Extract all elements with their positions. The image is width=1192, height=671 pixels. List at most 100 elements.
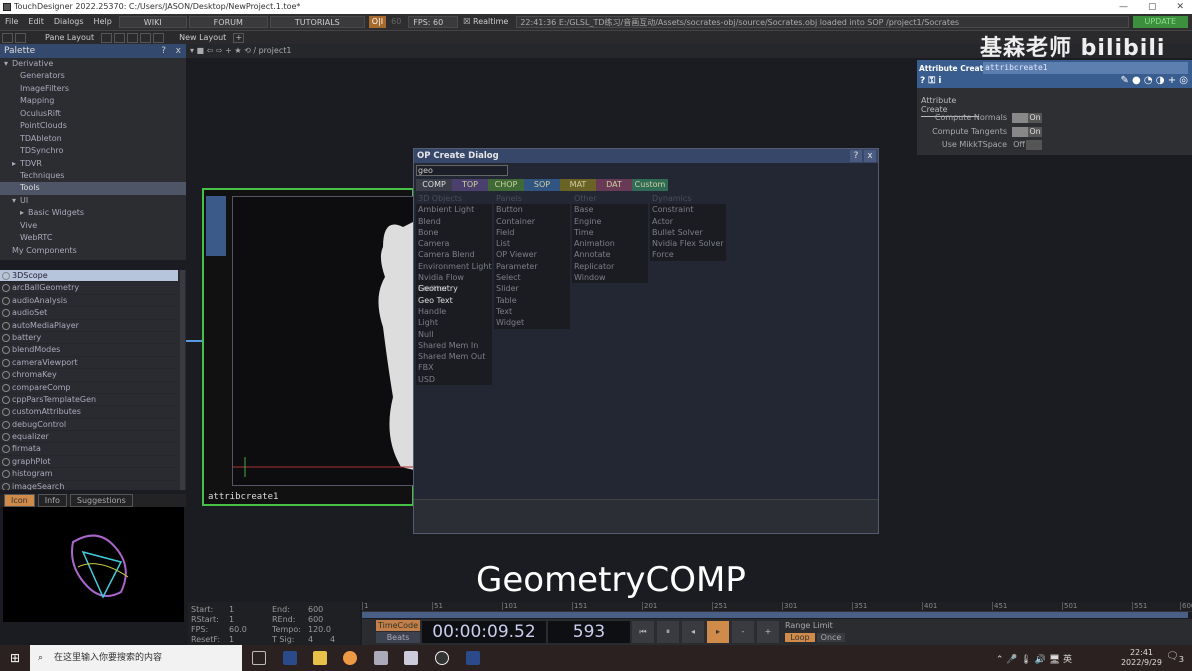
pause-button[interactable]: ⏸ [657,621,679,643]
tab-comp[interactable]: COMP [416,179,452,191]
parameter-tool-icons[interactable]: ✎ ● ◔ ◑ + ◎ [1120,75,1188,86]
op-item[interactable]: Force [650,249,726,261]
wiki-button[interactable]: WIKI [118,16,187,28]
menu-edit[interactable]: Edit [23,14,49,30]
component-list-item[interactable]: arcBallGeometry [0,282,178,295]
tree-item[interactable]: Techniques [0,170,186,182]
tab-mat[interactable]: MAT [560,179,596,191]
op-item[interactable]: OP Viewer [494,249,570,261]
op-item[interactable]: Bullet Solver [650,226,726,239]
tab-icon[interactable]: Icon [4,494,35,507]
menu-dialogs[interactable]: Dialogs [49,14,89,30]
start-value[interactable]: 1 [229,605,234,615]
tree-item[interactable]: ▸ TDVR [0,158,186,170]
palette-scrollbar[interactable] [180,270,185,490]
param-toggle[interactable]: Off [1012,140,1042,150]
component-list-item[interactable]: compareComp [0,382,178,394]
help-info-icons[interactable]: ? ⚿ i [920,76,941,86]
tree-item[interactable]: ▾ UI [0,195,186,207]
loop-button[interactable]: Loop [785,633,815,642]
tree-item[interactable]: TDSynchro [0,145,186,157]
close-button[interactable]: ✕ [1176,2,1184,12]
op-item[interactable]: Null [416,328,492,340]
component-list-item[interactable]: equalizer [0,431,178,444]
minimize-button[interactable]: — [1119,2,1128,12]
op-item[interactable]: Widget [494,317,570,329]
tree-arrow-icon[interactable]: ▸ [12,158,20,170]
op-item[interactable]: Camera [416,238,492,250]
timecode-mode-button[interactable]: TimeCode [376,620,420,631]
op-item[interactable]: Text [494,305,570,318]
decrement-button[interactable]: - [732,621,754,643]
param-toggle[interactable]: On [1012,126,1042,137]
layout-3[interactable] [127,32,139,43]
tab-suggestions[interactable]: Suggestions [69,494,133,507]
tsig-den[interactable]: 4 [330,635,335,645]
layout-5[interactable] [153,32,165,43]
op-item[interactable]: List [494,238,570,250]
layout-4[interactable] [140,32,152,43]
op-item[interactable]: Slider [494,283,570,295]
component-list-item[interactable]: graphPlot [0,456,178,469]
task-view-icon[interactable] [252,651,266,665]
play-button[interactable]: ▸ [707,621,729,643]
update-button[interactable]: UPDATE [1132,16,1188,28]
tree-item[interactable]: ▾ Derivative [0,58,186,70]
component-list-item[interactable]: audioSet [0,307,178,320]
tab-sop[interactable]: SOP [524,179,560,191]
tempo-value[interactable]: 120.0 [308,625,331,635]
op-item[interactable]: Shared Mem In [416,339,492,352]
tree-item[interactable]: ImageFilters [0,83,186,95]
windows-start-icon[interactable]: ⊞ [10,651,20,665]
op-item[interactable]: Light [416,317,492,329]
network-path[interactable]: / project1 [253,46,291,55]
frame-display[interactable]: 593 [548,621,630,643]
anchor-icon[interactable] [15,32,26,43]
component-list-item[interactable]: battery [0,332,178,345]
tree-item[interactable]: WebRTC [0,232,186,244]
op-name-field[interactable]: attribcreate1 [983,62,1188,74]
op-item[interactable]: Handle [416,305,492,318]
tree-item[interactable]: Vive [0,220,186,232]
component-list-item[interactable]: debugControl [0,419,178,432]
chrome-icon[interactable] [343,651,357,665]
op-item[interactable]: Base [572,204,648,216]
end-value[interactable]: 600 [308,605,323,615]
once-button[interactable]: Once [817,633,845,642]
op-item[interactable]: Time [572,226,648,239]
tab-chop[interactable]: CHOP [488,179,524,191]
tree-item[interactable]: TDAbleton [0,133,186,145]
pane-icon[interactable] [2,32,13,43]
rend-value[interactable]: 600 [308,615,323,625]
app-icon-2[interactable] [466,651,480,665]
taskbar-search[interactable]: ⌕ 在这里输入你要搜索的内容 [30,645,242,671]
op-item[interactable]: Bone [416,226,492,239]
op-item[interactable]: Window [572,272,648,284]
tree-arrow-icon[interactable]: ▾ [4,58,12,70]
component-list-item[interactable]: autoMediaPlayer [0,320,178,332]
op-item[interactable]: Shared Mem Out [416,351,492,363]
timeline-range-bar[interactable] [362,612,1188,618]
tree-item[interactable]: My Components [0,245,186,257]
timecode-display[interactable]: 00:00:09.52 [422,621,546,643]
perform-mode-toggle[interactable]: O|I [368,16,387,28]
increment-button[interactable]: + [757,621,779,643]
layout-1[interactable] [101,32,113,43]
op-item[interactable]: Table [494,294,570,306]
tab-dat[interactable]: DAT [596,179,632,191]
op-item[interactable]: Button [494,204,570,216]
component-list-item[interactable]: customAttributes [0,406,178,419]
beats-mode-button[interactable]: Beats [376,632,420,643]
forum-button[interactable]: FORUM [188,16,268,28]
component-list-item[interactable]: 3DScope [0,270,178,283]
op-item[interactable]: Geometry [416,283,492,295]
fps-target[interactable]: 60 [386,14,406,30]
system-tray[interactable]: ⌃ 🎤 🌡 🔊 🖥 英 [996,652,1072,665]
tab-top[interactable]: TOP [452,179,488,191]
dialog-close-button[interactable]: x [864,150,876,162]
resetf-value[interactable]: 1 [229,635,234,645]
tsig-num[interactable]: 4 [308,635,313,645]
ime-indicator[interactable]: 英 [1063,655,1072,665]
component-list-item[interactable]: imageSearch [0,481,178,490]
component-list-item[interactable]: cameraViewport [0,357,178,370]
